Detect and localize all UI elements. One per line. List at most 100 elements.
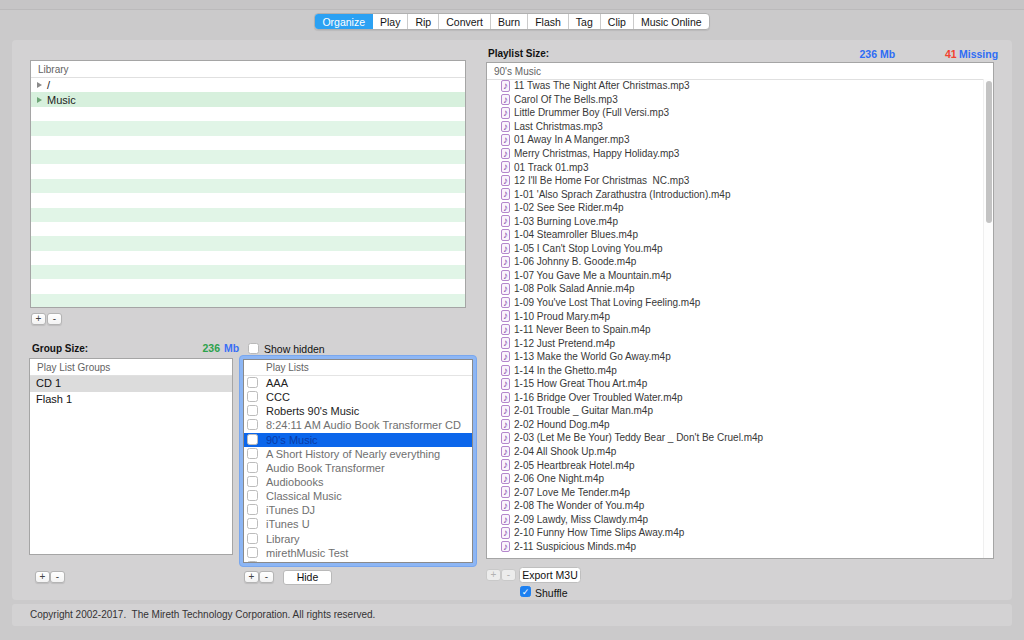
file-row[interactable]: ♪1-12 Just Pretend.m4p: [487, 336, 983, 350]
music-file-icon: ♪: [501, 432, 510, 444]
show-hidden-checkbox[interactable]: [248, 343, 259, 354]
file-row[interactable]: ♪01 Away In A Manger.mp3: [487, 133, 983, 147]
library-remove-button[interactable]: -: [47, 313, 62, 325]
music-file-icon: ♪: [501, 324, 510, 336]
playlist-checkbox[interactable]: [247, 533, 258, 544]
playlist-group-flash-1[interactable]: Flash 1: [30, 392, 232, 408]
group-add-button[interactable]: +: [35, 571, 50, 583]
file-row[interactable]: ♪2-07 Love Me Tender.m4p: [487, 485, 983, 499]
tab-flash[interactable]: Flash: [528, 14, 569, 29]
file-row[interactable]: ♪1-09 You've Lost That Loving Feeling.m4…: [487, 296, 983, 310]
file-row[interactable]: ♪2-09 Lawdy, Miss Clawdy.m4p: [487, 513, 983, 527]
playlist-checkbox[interactable]: [247, 561, 258, 563]
file-row[interactable]: ♪1-05 I Can't Stop Loving You.m4p: [487, 242, 983, 256]
file-row[interactable]: ♪2-08 The Wonder of You.m4p: [487, 499, 983, 513]
disclosure-triangle-icon[interactable]: [37, 82, 42, 88]
tab-play[interactable]: Play: [373, 14, 408, 29]
tab-convert[interactable]: Convert: [439, 14, 491, 29]
library-add-button[interactable]: +: [31, 313, 46, 325]
playlist-item-library[interactable]: Library: [244, 532, 472, 546]
file-remove-button[interactable]: -: [501, 569, 516, 581]
playlist-checkbox[interactable]: [247, 518, 258, 529]
library-item-blank[interactable]: /: [31, 78, 465, 92]
library-item-music[interactable]: Music: [31, 92, 465, 106]
tab-tag[interactable]: Tag: [569, 14, 601, 29]
file-row[interactable]: ♪2-02 Hound Dog.m4p: [487, 418, 983, 432]
playlist-checkbox[interactable]: [247, 405, 258, 416]
tab-clip[interactable]: Clip: [601, 14, 634, 29]
shuffle-label: Shuffle: [535, 587, 568, 599]
playlist-checkbox[interactable]: [247, 419, 258, 430]
playlist-size-label: Playlist Size:: [488, 48, 549, 59]
export-m3u-button[interactable]: Export M3U: [519, 567, 581, 583]
file-row[interactable]: ♪1-13 Make the World Go Away.m4p: [487, 350, 983, 364]
playlist-add-button[interactable]: +: [244, 571, 259, 583]
file-row[interactable]: ♪2-01 Trouble _ Guitar Man.m4p: [487, 404, 983, 418]
file-row[interactable]: ♪1-08 Polk Salad Annie.m4p: [487, 282, 983, 296]
music-file-icon: ♪: [501, 351, 510, 363]
file-row[interactable]: ♪2-10 Funny How Time Slips Away.m4p: [487, 526, 983, 540]
mode-tabbar: OrganizePlayRipConvertBurnFlashTagClipMu…: [0, 13, 1024, 30]
playlist-item-blank[interactable]: [244, 560, 472, 563]
hide-button[interactable]: Hide: [283, 570, 332, 585]
file-row[interactable]: ♪1-11 Never Been to Spain.m4p: [487, 323, 983, 337]
playlist-item-90-s-music[interactable]: 90's Music: [244, 433, 472, 447]
library-stripe-row: [31, 279, 465, 293]
playlist-item-aaa[interactable]: AAA: [244, 376, 472, 390]
file-row[interactable]: ♪1-02 See See Rider.m4p: [487, 201, 983, 215]
playlist-item-roberts-90-s-music[interactable]: Roberts 90's Music: [244, 404, 472, 418]
file-row[interactable]: ♪1-16 Bridge Over Troubled Water.m4p: [487, 391, 983, 405]
file-row[interactable]: ♪11 Twas The Night After Christmas.mp3: [487, 79, 983, 93]
file-row[interactable]: ♪12 I'll Be Home For Christmas NC.mp3: [487, 174, 983, 188]
group-remove-button[interactable]: -: [50, 571, 65, 583]
file-row[interactable]: ♪1-06 Johnny B. Goode.m4p: [487, 255, 983, 269]
playlist-checkbox[interactable]: [247, 476, 258, 487]
playlist-item-a-short-history-of-nearly-everything[interactable]: A Short History of Nearly everything: [244, 447, 472, 461]
tab-organize[interactable]: Organize: [315, 14, 373, 29]
playlist-checkbox[interactable]: [247, 504, 258, 515]
file-row[interactable]: ♪2-06 One Night.m4p: [487, 472, 983, 486]
playlist-checkbox[interactable]: [247, 547, 258, 558]
playlist-item-mirethmusic-test[interactable]: mirethMusic Test: [244, 546, 472, 560]
file-row[interactable]: ♪1-01 'Also Sprach Zarathustra (Introduc…: [487, 187, 983, 201]
file-row[interactable]: ♪2-11 Suspicious Minds.m4p: [487, 540, 983, 554]
shuffle-checkbox[interactable]: ✓: [520, 586, 531, 597]
file-row[interactable]: ♪2-04 All Shook Up.m4p: [487, 445, 983, 459]
file-row[interactable]: ♪1-03 Burning Love.m4p: [487, 214, 983, 228]
playlist-item-ccc[interactable]: CCC: [244, 390, 472, 404]
file-row[interactable]: ♪1-07 You Gave Me a Mountain.m4p: [487, 269, 983, 283]
music-file-icon: ♪: [501, 243, 510, 255]
playlist-item-8-24-11-am-audio-book-transformer-cd[interactable]: 8:24:11 AM Audio Book Transformer CD: [244, 418, 472, 432]
playlist-checkbox[interactable]: [247, 391, 258, 402]
file-row[interactable]: ♪2-05 Heartbreak Hotel.m4p: [487, 458, 983, 472]
file-row[interactable]: ♪1-15 How Great Thou Art.m4p: [487, 377, 983, 391]
file-row[interactable]: ♪1-14 In the Ghetto.m4p: [487, 363, 983, 377]
file-list-scrollbar[interactable]: [983, 79, 993, 558]
playlist-item-itunes-dj[interactable]: iTunes DJ: [244, 503, 472, 517]
disclosure-triangle-icon[interactable]: [37, 97, 42, 103]
file-row[interactable]: ♪1-10 Proud Mary.m4p: [487, 309, 983, 323]
playlist-item-audio-book-transformer[interactable]: Audio Book Transformer: [244, 461, 472, 475]
playlist-checkbox[interactable]: [247, 462, 258, 473]
tab-music-online[interactable]: Music Online: [634, 14, 709, 29]
playlist-remove-button[interactable]: -: [259, 571, 274, 583]
playlist-checkbox[interactable]: [247, 377, 258, 388]
playlist-item-itunes-u[interactable]: iTunes U: [244, 517, 472, 531]
playlist-checkbox[interactable]: [247, 434, 258, 445]
playlist-checkbox[interactable]: [247, 448, 258, 459]
file-add-button[interactable]: +: [486, 569, 501, 581]
scrollbar-thumb[interactable]: [986, 81, 992, 223]
file-row[interactable]: ♪Last Christmas.mp3: [487, 120, 983, 134]
file-row[interactable]: ♪Carol Of The Bells.mp3: [487, 93, 983, 107]
playlist-group-cd-1[interactable]: CD 1: [30, 376, 232, 392]
file-row[interactable]: ♪2-03 (Let Me Be Your) Teddy Bear _ Don'…: [487, 431, 983, 445]
playlist-item-audiobooks[interactable]: Audiobooks: [244, 475, 472, 489]
file-row[interactable]: ♪1-04 Steamroller Blues.m4p: [487, 228, 983, 242]
playlist-checkbox[interactable]: [247, 490, 258, 501]
tab-rip[interactable]: Rip: [408, 14, 439, 29]
file-row[interactable]: ♪Merry Christmas, Happy Holiday.mp3: [487, 147, 983, 161]
file-row[interactable]: ♪01 Track 01.mp3: [487, 160, 983, 174]
file-row[interactable]: ♪Little Drummer Boy (Full Versi.mp3: [487, 106, 983, 120]
playlist-item-classical-music[interactable]: Classical Music: [244, 489, 472, 503]
tab-burn[interactable]: Burn: [491, 14, 528, 29]
